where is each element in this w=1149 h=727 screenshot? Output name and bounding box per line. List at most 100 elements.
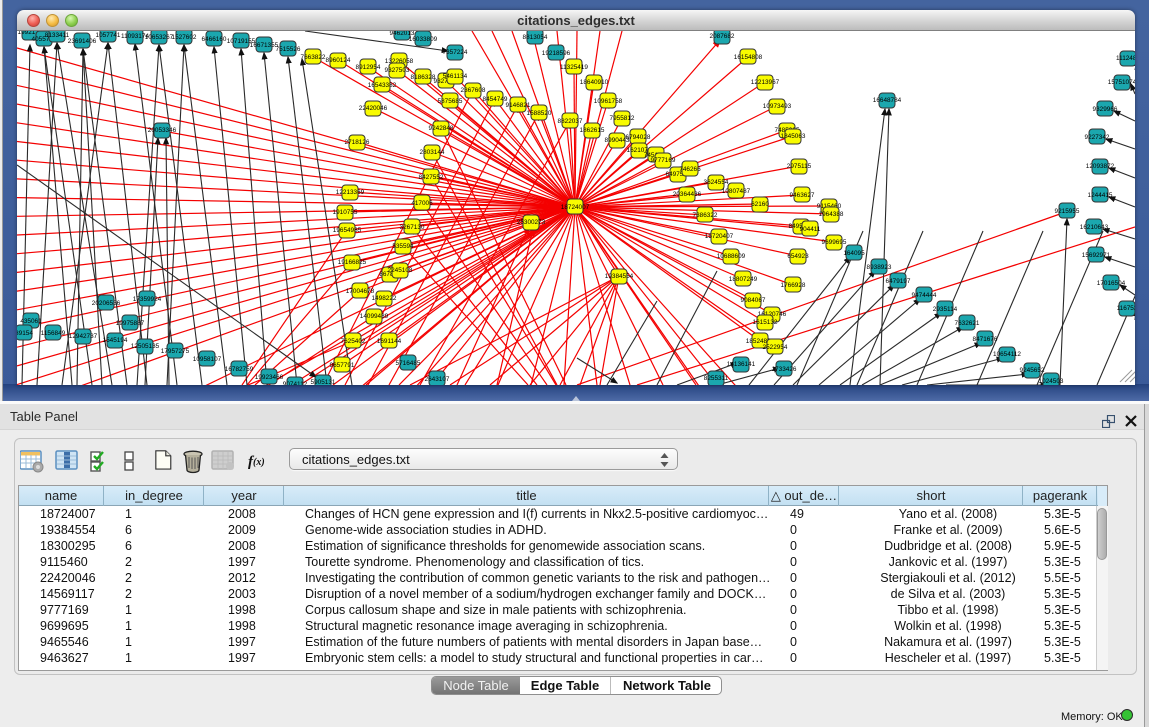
svg-text:19166825: 19166825 (338, 259, 367, 266)
svg-text:11325419: 11325419 (560, 64, 588, 71)
svg-text:25300273: 25300273 (517, 219, 546, 226)
svg-text:1024503: 1024503 (1039, 378, 1064, 385)
svg-text:15692971: 15692971 (1082, 252, 1111, 259)
svg-text:17957275: 17957275 (161, 348, 190, 355)
svg-text:8471676: 8471676 (973, 336, 998, 343)
svg-text:1862615: 1862615 (580, 127, 605, 134)
svg-text:1498222: 1498222 (372, 295, 397, 302)
svg-text:16648784: 16648784 (873, 97, 902, 104)
svg-text:164095: 164095 (843, 250, 865, 257)
svg-text:3624554: 3624554 (704, 179, 729, 186)
svg-text:1588520: 1588520 (527, 110, 552, 117)
svg-text:10688609: 10688609 (717, 253, 746, 260)
svg-text:535594: 535594 (392, 243, 414, 250)
svg-text:16154808: 16154808 (734, 54, 763, 61)
svg-text:9242848: 9242848 (429, 125, 454, 132)
svg-text:5875685: 5875685 (438, 98, 463, 105)
svg-text:15720407: 15720407 (705, 233, 734, 240)
svg-text:12505135: 12505135 (131, 343, 160, 350)
svg-text:16210643: 16210643 (1080, 224, 1109, 231)
svg-text:8813054: 8813054 (523, 34, 548, 41)
svg-text:9245652: 9245652 (1020, 367, 1045, 374)
svg-text:435061: 435061 (20, 318, 42, 325)
svg-text:9227342: 9227342 (1085, 134, 1110, 141)
svg-text:9327503: 9327503 (385, 67, 410, 74)
svg-text:10961758: 10961758 (594, 98, 623, 105)
svg-text:18807249: 18807249 (729, 276, 758, 283)
svg-text:2718126: 2718126 (345, 139, 370, 146)
svg-text:1766928: 1766928 (781, 282, 806, 289)
svg-text:14136141: 14136141 (727, 361, 756, 368)
svg-text:116753: 116753 (1117, 305, 1135, 312)
svg-text:39154: 39154 (17, 330, 33, 337)
svg-text:(x): (x) (253, 457, 265, 468)
svg-text:7357224: 7357224 (443, 49, 468, 56)
svg-text:8938923: 8938923 (867, 264, 892, 271)
svg-text:19923466: 19923466 (255, 374, 284, 381)
svg-text:9699695: 9699695 (822, 239, 847, 246)
svg-text:2935114: 2935114 (933, 306, 958, 313)
svg-text:1691144: 1691144 (377, 338, 402, 345)
svg-text:2367608: 2367608 (461, 87, 486, 94)
svg-text:8960124: 8960124 (326, 57, 351, 64)
svg-text:9657791: 9657791 (330, 362, 355, 369)
svg-text:8133411: 8133411 (45, 32, 70, 39)
svg-text:8912954: 8912954 (356, 64, 381, 71)
svg-text:62160: 62160 (751, 201, 769, 208)
svg-text:15751074: 15751074 (1108, 79, 1135, 86)
svg-text:10958107: 10958107 (193, 356, 222, 363)
svg-text:7955812: 7955812 (610, 115, 635, 122)
svg-text:1527602: 1527602 (172, 34, 197, 41)
svg-text:16671355: 16671355 (250, 42, 279, 49)
svg-text:5461134: 5461134 (443, 73, 468, 80)
svg-text:16782759: 16782759 (225, 366, 254, 373)
svg-text:20206536: 20206536 (92, 300, 121, 307)
svg-text:1156849: 1156849 (41, 330, 66, 337)
svg-text:7515526: 7515526 (276, 46, 301, 53)
svg-text:10973493: 10973493 (763, 103, 792, 110)
svg-text:23691406: 23691406 (68, 38, 97, 45)
svg-text:14099489: 14099489 (360, 313, 389, 320)
svg-text:20364436: 20364436 (673, 191, 702, 198)
svg-text:12213967: 12213967 (751, 79, 780, 86)
svg-text:19654985: 19654985 (333, 227, 362, 234)
svg-text:9329966: 9329966 (1093, 106, 1118, 113)
svg-text:1964388: 1964388 (819, 211, 844, 218)
svg-text:7625402: 7625402 (341, 338, 366, 345)
svg-text:1733426: 1733426 (772, 366, 797, 373)
svg-text:746266: 746266 (679, 166, 701, 173)
svg-text:19218596: 19218596 (542, 50, 571, 57)
svg-text:12093872: 12093872 (1086, 163, 1115, 170)
svg-text:6479197: 6479197 (886, 278, 911, 285)
svg-text:9084067: 9084067 (741, 297, 766, 304)
svg-text:2245108: 2245108 (388, 267, 413, 274)
svg-text:5716485: 5716485 (396, 360, 421, 367)
svg-text:9146821: 9146821 (506, 102, 531, 109)
svg-text:2087682: 2087682 (710, 33, 735, 40)
svg-text:9074112: 9074112 (283, 381, 308, 385)
svg-text:10807487: 10807487 (722, 188, 751, 195)
svg-text:654923: 654923 (787, 253, 809, 260)
svg-text:17016504: 17016504 (1097, 280, 1126, 287)
svg-text:1910755: 1910755 (333, 209, 358, 216)
svg-text:8822037: 8822037 (558, 118, 583, 125)
svg-text:1545194: 1545194 (103, 337, 128, 344)
svg-text:6794028: 6794028 (626, 134, 651, 141)
svg-text:18724007: 18724007 (561, 204, 590, 211)
svg-text:10653267: 10653267 (145, 34, 174, 41)
svg-text:2803144: 2803144 (420, 149, 445, 156)
svg-text:2975115: 2975115 (787, 163, 812, 170)
svg-text:1845063: 1845063 (781, 133, 806, 140)
svg-text:22420046: 22420046 (359, 105, 388, 112)
svg-text:8454749: 8454749 (483, 96, 508, 103)
svg-text:6466160: 6466160 (202, 36, 227, 43)
svg-text:9215955: 9215955 (1055, 208, 1080, 215)
svg-text:7632621: 7632621 (955, 320, 980, 327)
svg-text:17004678: 17004678 (346, 288, 375, 295)
svg-text:2643107: 2643107 (425, 376, 450, 383)
svg-text:7663822: 7663822 (301, 54, 326, 61)
svg-text:8255311: 8255311 (704, 375, 729, 382)
svg-text:16543382: 16543382 (368, 82, 397, 89)
svg-text:8186328: 8186328 (411, 74, 436, 81)
svg-text:10654112: 10654112 (993, 351, 1021, 358)
